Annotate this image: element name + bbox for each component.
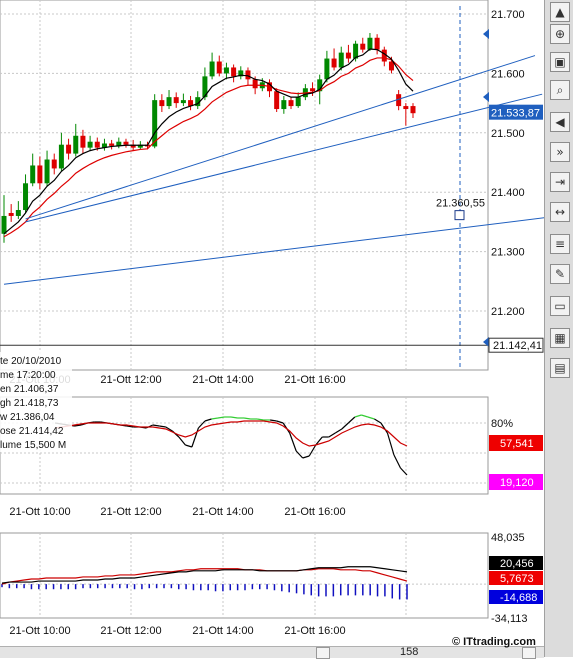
x-tick-label: 21-Ott 10:00 [9, 506, 70, 518]
candle-body [281, 100, 287, 110]
candle-body [109, 143, 115, 146]
candle-body [403, 106, 409, 110]
horizontal-level-label: 21.142,41 [493, 340, 542, 352]
candle-body [94, 141, 100, 148]
collapse-icon[interactable]: ⇥ [550, 172, 570, 192]
info-box-line: ose 21.414,42 [0, 426, 64, 437]
candle-body [51, 159, 57, 169]
candle-body [166, 97, 172, 107]
candle-body [231, 67, 237, 77]
x-tick-label: 21-Ott 12:00 [100, 506, 161, 518]
macd-panel [0, 532, 489, 619]
candle-body [1, 215, 7, 234]
page-number: 158 [400, 646, 419, 658]
candle-body [274, 91, 280, 110]
oscillator-panel [0, 396, 489, 495]
price-tick-label: 21.700 [491, 9, 525, 21]
macd-readout-value: 20,456 [500, 558, 534, 570]
candle-body [338, 52, 344, 68]
scroll-up-icon[interactable]: ▲ [550, 2, 570, 22]
oscillator-readout-value: 57,541 [500, 438, 534, 450]
last-price-label: 21.533,87 [491, 108, 540, 120]
camera-icon[interactable]: ▣ [550, 52, 570, 72]
candle-body [223, 67, 229, 74]
price-tick-label: 21.200 [491, 306, 525, 318]
search-icon[interactable]: ⌕ [550, 80, 570, 100]
x-tick-label: 21-Ott 14:00 [192, 506, 253, 518]
candle-body [44, 159, 50, 184]
oscillator-readout-value: 19,120 [500, 477, 534, 489]
x-tick-label: 21-Ott 10:00 [9, 625, 70, 637]
candle-body [324, 58, 330, 80]
candle-body [15, 210, 21, 216]
oscillator-level-label: 80% [491, 418, 513, 430]
scroll-left-button[interactable] [316, 647, 330, 659]
macd-tick-label: 48,035 [491, 532, 525, 544]
window-icon[interactable]: ▭ [550, 296, 570, 316]
candle-body [331, 58, 337, 68]
macd-tick-label: -34,113 [491, 613, 528, 625]
candle-body [245, 70, 251, 80]
candle-body [209, 61, 215, 77]
candle-body [37, 165, 43, 184]
candle-body [123, 141, 129, 145]
grid-icon[interactable]: ▦ [550, 328, 570, 348]
candle-body [374, 37, 380, 50]
candle-body [288, 100, 294, 107]
info-box-line: te 20/10/2010 [0, 356, 62, 367]
info-box-line: me 17:20:00 [0, 370, 56, 381]
expand-icon[interactable]: ↔ [550, 202, 570, 222]
price-tick-label: 21.300 [491, 247, 525, 259]
macd-readout-value: 5,7673 [500, 573, 534, 585]
scroll-right-button[interactable] [522, 647, 536, 659]
fast-forward-icon[interactable]: » [550, 142, 570, 162]
candle-body [159, 100, 165, 107]
brand-watermark: © ITtrading.com [452, 636, 536, 648]
document-icon[interactable]: ▤ [550, 358, 570, 378]
candle-body [66, 144, 72, 154]
candle-body [410, 106, 416, 114]
candle-body [173, 97, 179, 104]
candle-body [252, 79, 258, 89]
candle-body [367, 37, 373, 50]
annotation-handle [454, 210, 465, 221]
price-tick-label: 21.500 [491, 128, 525, 140]
wrench-icon[interactable]: ✎ [550, 264, 570, 284]
price-tick-label: 21.400 [491, 187, 525, 199]
info-box-line: en 21.406,37 [0, 384, 59, 395]
x-tick-label: 21-Ott 16:00 [284, 625, 345, 637]
x-tick-label: 21-Ott 12:00 [100, 374, 161, 386]
candle-body [360, 43, 366, 50]
candle-body [345, 52, 351, 59]
x-tick-label: 21-Ott 14:00 [192, 625, 253, 637]
bars-icon[interactable]: ≡ [550, 234, 570, 254]
info-box-line: w 21.386,04 [0, 412, 55, 423]
info-box-line: gh 21.418,73 [0, 398, 59, 409]
chart-canvas: 21.700 21.600 21.500 21.400 21.300 21.200 21.5… [0, 0, 550, 637]
candle-body [295, 97, 301, 107]
candle-body [58, 144, 64, 169]
x-tick-label: 21-Ott 16:00 [284, 374, 345, 386]
info-box-line: lume 15,500 M [0, 440, 66, 451]
candle-body [310, 88, 316, 92]
x-tick-label: 21-Ott 14:00 [192, 374, 253, 386]
candle-body [23, 183, 29, 211]
zoom-in-icon[interactable]: ⊕ [550, 24, 570, 44]
candle-body [73, 135, 79, 154]
price-tick-label: 21.600 [491, 68, 525, 80]
candle-body [216, 61, 222, 74]
macd-readout-value: -14,688 [500, 592, 537, 604]
candle-body [30, 165, 36, 184]
candle-body [80, 135, 86, 148]
x-tick-label: 21-Ott 12:00 [100, 625, 161, 637]
annotation-label: 21.360,55 [436, 198, 485, 210]
candle-body [87, 141, 93, 148]
chart-stage: 21.700 21.600 21.500 21.400 21.300 21.200 21.5… [0, 0, 573, 657]
side-toolbar: ▲ ⊕ ▣ ⌕ ◀ » ⇥ ↔ ≡ ✎ ▭ ▦ ▤ [544, 0, 573, 657]
x-tick-label: 21-Ott 16:00 [284, 506, 345, 518]
candle-body [180, 100, 186, 104]
price-panel [0, 0, 489, 371]
candle-body [8, 212, 14, 216]
previous-icon[interactable]: ◀ [550, 112, 570, 132]
